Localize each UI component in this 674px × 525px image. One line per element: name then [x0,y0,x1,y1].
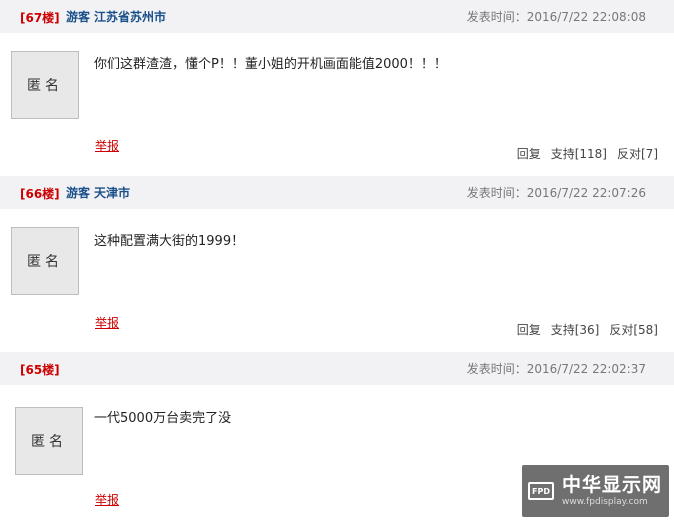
floor-number: [67楼] [20,11,60,25]
watermark-name: 中华显示网 [562,474,663,496]
reply-button[interactable]: 回复 [517,321,541,338]
post-time: 发表时间：2016/7/22 22:07:26 [466,186,646,200]
report-link[interactable]: 举报 [95,137,119,154]
post-time: 发表时间：2016/7/22 22:02:37 [466,362,646,376]
support-button[interactable]: 支持[36] [551,321,600,338]
site-watermark: FPD 中华显示网 www.fpdisplay.com [522,465,669,517]
post-actions: 回复 支持[36] 反对[58] [517,321,658,338]
user-name[interactable]: 游客 [66,186,90,200]
avatar: 匿名 [11,227,79,295]
reply-button[interactable]: 回复 [517,145,541,162]
fpd-logo-icon: FPD [528,482,554,500]
avatar: 匿名 [15,407,83,475]
post-header: [65楼] 发表时间：2016/7/22 22:02:37 [0,352,674,385]
user-location: 江苏省苏州市 [94,10,167,24]
oppose-button[interactable]: 反对[7] [617,145,658,162]
report-link[interactable]: 举报 [95,314,119,331]
floor-number: [65楼] [20,363,60,377]
user-name[interactable]: 游客 [66,10,90,24]
floor-number: [66楼] [20,187,60,201]
user-info: 游客 江苏省苏州市 [66,8,166,25]
support-button[interactable]: 支持[118] [551,145,607,162]
post-content: 这种配置满大街的1999！ [94,234,245,249]
post-header: [67楼] 游客 江苏省苏州市 发表时间：2016/7/22 22:08:08 [0,0,674,33]
post-header: [66楼] 游客 天津市 发表时间：2016/7/22 22:07:26 [0,176,674,209]
post-content: 一代5000万台卖完了没 [94,411,232,426]
avatar: 匿名 [11,51,79,119]
post-content: 你们这群渣渣，懂个P！！董小姐的开机画面能值2000！！！ [94,57,447,72]
user-info: 游客 天津市 [66,184,130,201]
user-location: 天津市 [94,186,131,200]
report-link[interactable]: 举报 [95,491,119,508]
post-actions: 回复 支持[118] 反对[7] [517,145,658,162]
oppose-button[interactable]: 反对[58] [609,321,658,338]
watermark-url: www.fpdisplay.com [562,497,648,507]
post-time: 发表时间：2016/7/22 22:08:08 [466,10,646,24]
